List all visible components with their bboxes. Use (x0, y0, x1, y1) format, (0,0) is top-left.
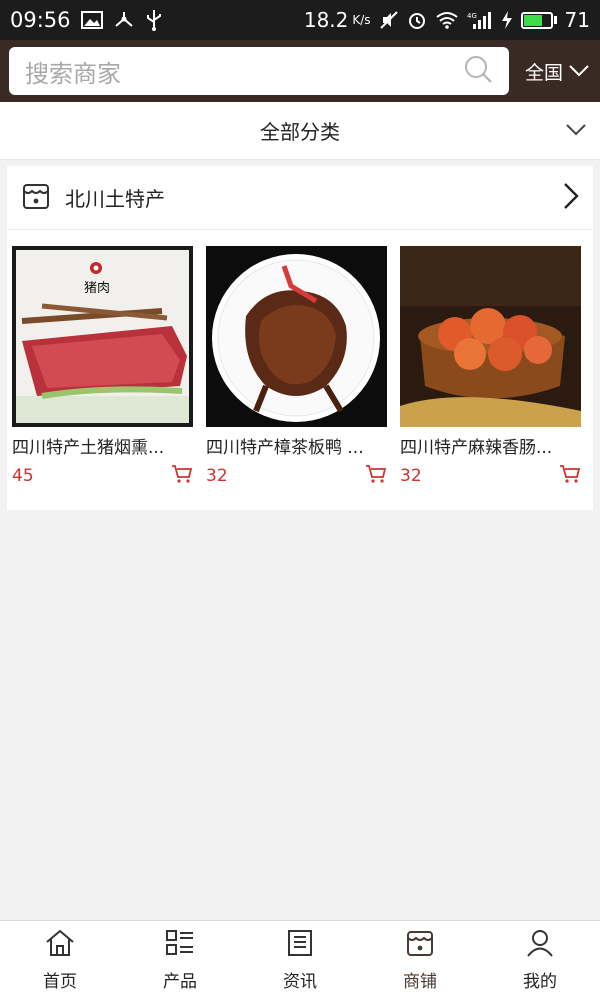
product-image[interactable] (400, 246, 581, 427)
search-header: 搜索商家 全国 (0, 40, 600, 102)
network-speed-unit: K/s (352, 13, 371, 27)
category-filter[interactable]: 全部分类 (0, 102, 600, 160)
nav-item-home[interactable]: 首页 (0, 921, 120, 1000)
nav-label: 首页 (43, 972, 77, 992)
home-icon (45, 929, 75, 961)
product-price: 32 (206, 466, 228, 486)
battery-percent: 71 (564, 8, 590, 32)
wifi-icon (435, 11, 459, 29)
charging-icon (501, 10, 513, 30)
svg-text:4G: 4G (467, 12, 477, 20)
nav-label: 我的 (523, 972, 557, 992)
user-icon (525, 929, 555, 961)
status-bar: 09:56 18.2 K/s 4G 71 (0, 0, 600, 40)
search-icon[interactable] (463, 54, 493, 88)
product-card[interactable]: 四川特产麻辣香肠... 32 (400, 246, 581, 488)
nav-item-news[interactable]: 资讯 (240, 921, 360, 1000)
usb-icon (145, 9, 163, 31)
search-placeholder: 搜索商家 (25, 59, 121, 88)
battery-icon (520, 11, 557, 29)
product-list: 猪肉 四川特产土猪烟熏... 45 四川特产樟茶板鸭 ... 32 四川特产麻辣… (7, 230, 593, 488)
shop-icon (405, 929, 435, 961)
nav-item-shops[interactable]: 商铺 (360, 921, 480, 1000)
nav-item-products[interactable]: 产品 (120, 921, 240, 1000)
chevron-down-icon (566, 122, 586, 141)
product-title: 四川特产樟茶板鸭 ... (206, 438, 364, 458)
mute-icon (379, 10, 399, 30)
search-input[interactable]: 搜索商家 (9, 47, 509, 95)
bottom-nav: 首页 产品 资讯 商铺 我的 (0, 920, 600, 1000)
product-price: 32 (400, 466, 422, 486)
chevron-down-icon (569, 60, 589, 82)
product-image[interactable]: 猪肉 (12, 246, 193, 427)
region-label: 全国 (525, 61, 564, 84)
nav-label: 产品 (163, 972, 197, 992)
product-card[interactable]: 四川特产樟茶板鸭 ... 32 (206, 246, 387, 488)
signal-4g-icon: 4G (467, 10, 493, 30)
nav-label: 商铺 (403, 972, 437, 992)
usb-tether-icon (113, 10, 135, 30)
nav-label: 资讯 (283, 972, 317, 992)
battery-fill (523, 14, 542, 26)
cart-icon[interactable] (559, 464, 581, 488)
shop-name: 北川土特产 (65, 187, 165, 211)
nav-item-me[interactable]: 我的 (480, 921, 600, 1000)
store-icon (21, 181, 51, 215)
shop-header[interactable]: 北川土特产 (7, 166, 593, 230)
product-title: 四川特产麻辣香肠... (400, 438, 553, 458)
region-selector[interactable]: 全国 (525, 58, 589, 85)
product-card[interactable]: 猪肉 四川特产土猪烟熏... 45 (12, 246, 193, 488)
product-image[interactable] (206, 246, 387, 427)
product-image-label: 猪肉 (84, 281, 110, 296)
status-time: 09:56 (10, 8, 71, 32)
shop-card: 北川土特产 猪肉 四川特产土猪烟熏... 45 四川特产樟茶板鸭 ... 32 … (7, 166, 593, 510)
network-speed: 18.2 (303, 8, 349, 32)
category-title: 全部分类 (260, 120, 340, 144)
image-icon (80, 11, 103, 29)
product-price: 45 (12, 466, 34, 486)
cart-icon[interactable] (365, 464, 387, 488)
cart-icon[interactable] (171, 464, 193, 488)
chevron-right-icon[interactable] (563, 182, 579, 214)
product-list-icon (165, 929, 195, 961)
product-title: 四川特产土猪烟熏... (12, 438, 165, 458)
alarm-icon (407, 10, 427, 30)
news-icon (285, 929, 315, 961)
